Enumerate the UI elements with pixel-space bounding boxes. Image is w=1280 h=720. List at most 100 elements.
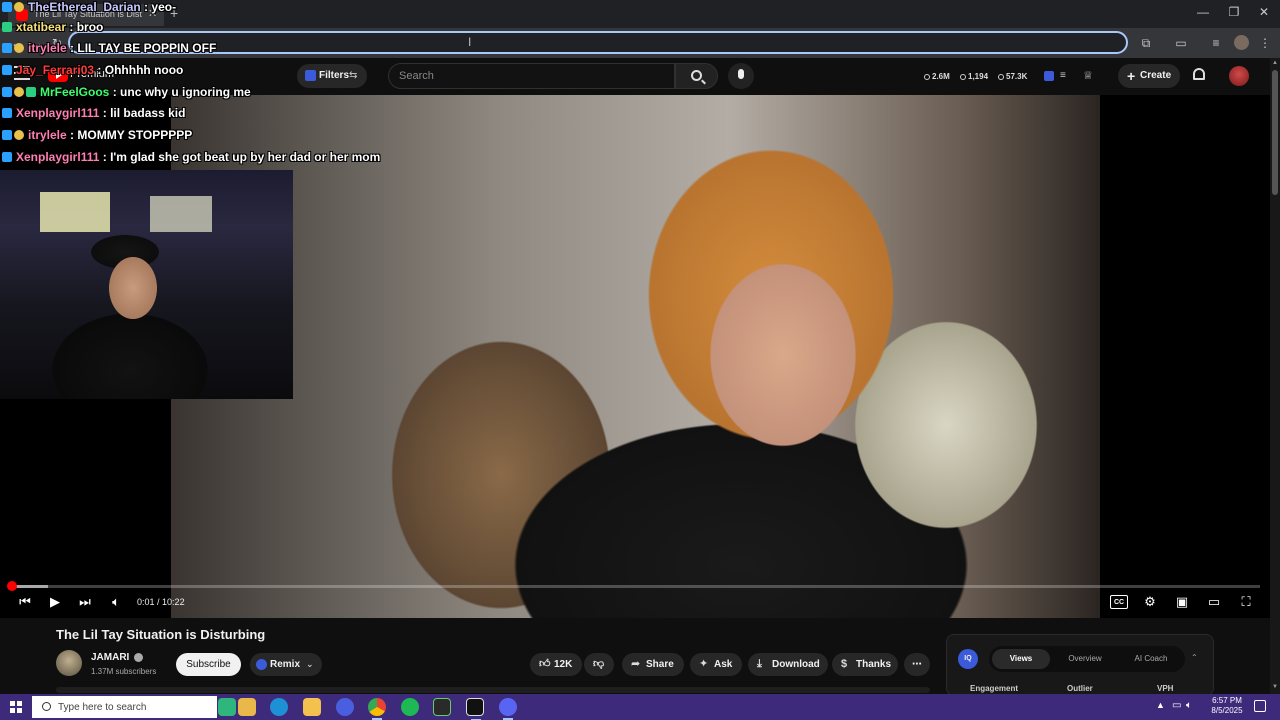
chat-username: TheEthereal_Darian [28,0,141,14]
video-frame[interactable] [171,95,1100,618]
next-icon[interactable]: ⏭ [76,593,94,611]
taskbar-clock-time[interactable]: 6:57 PM [1209,696,1245,705]
vpn-app-icon[interactable] [336,698,354,716]
like-button[interactable]: 👍︎ 12K [530,653,582,676]
chat-text: unc why u ignoring me [120,85,251,99]
scroll-down-icon[interactable]: ▼ [1272,684,1278,690]
webcam-light [150,196,212,232]
fullscreen-icon[interactable]: ⛶ [1237,593,1255,611]
search-icon [691,70,702,81]
miniplayer-icon[interactable]: ▣ [1173,593,1191,611]
play-icon[interactable]: ▶ [46,593,64,611]
chat-username: Jay_Ferrari03 [16,63,95,77]
chevron-up-icon[interactable]: ⌃ [1191,653,1198,662]
scrollbar-thumb[interactable] [1272,70,1278,195]
close-window-button[interactable]: ✕ [1254,5,1274,19]
notes-app-icon[interactable] [238,698,256,716]
channel-avatar[interactable] [56,650,82,676]
widgets-app-icon[interactable] [218,698,236,716]
tray-overflow-icon[interactable]: ▲ [1156,700,1165,710]
obs-app-icon[interactable] [466,698,484,720]
remix-button[interactable]: Remix ⌄ [250,653,322,676]
trophy-icon[interactable]: ♕ [1083,69,1093,82]
create-button[interactable]: + Create [1118,64,1180,88]
iq-chip-icon[interactable] [1044,71,1054,81]
download-icon: ⤓ [757,658,762,670]
more-actions-button[interactable]: ⋯ [904,653,930,676]
voice-search-button[interactable] [728,63,754,89]
page-scrollbar[interactable]: ▲ ▼ [1270,58,1280,694]
column-vph: VPH [1157,684,1174,693]
notifications-bell-icon[interactable] [1193,68,1205,80]
subscribe-button[interactable]: Subscribe [176,653,241,676]
scrubber-handle[interactable] [7,581,17,591]
settings-gear-icon[interactable]: ⚙ [1141,593,1159,611]
column-engagement: Engagement [970,684,1019,693]
chat-text: I'm glad she got beat up by her dad or h… [110,150,381,164]
iq-logo-icon: IQ [958,649,978,669]
badge-icon [26,87,36,97]
chat-message: itrylele : LIL TAY BE POPPIN OFF [2,41,216,61]
stat-views: 2.6M [924,72,950,81]
taskbar-clock-date[interactable]: 8/5/2025 [1207,706,1247,715]
tab-ai-coach[interactable]: AI Coach [1120,649,1182,669]
chat-text: yeo- [151,0,177,14]
media-controls-icon[interactable]: ≡ [1207,34,1225,52]
minimize-button[interactable]: — [1193,5,1213,19]
restore-button[interactable]: ❐ [1224,5,1244,19]
stream-chat-overlay: TheEthereal_Darian : yeo- xtatibear : br… [0,0,420,170]
chat-text: Ohhhhh nooo [104,63,184,77]
windows-start-icon[interactable] [10,701,22,713]
thanks-label: Thanks [856,659,892,670]
edge-browser-icon[interactable] [270,698,288,716]
badge-icon [2,65,12,75]
spotify-app-icon[interactable] [401,698,419,716]
browser-menu-icon[interactable]: ⋮ [1256,34,1274,52]
file-explorer-icon[interactable] [303,698,321,716]
thumbs-up-icon: 👍︎ [539,658,551,670]
like-count: 12K [554,659,573,670]
thanks-icon: $ [841,658,848,670]
discord-app-icon[interactable] [499,698,517,720]
progress-bar[interactable] [10,585,1260,588]
account-avatar[interactable] [1229,66,1249,86]
list-icon[interactable]: ≡ [1060,70,1066,81]
speaker-icon[interactable]: 🔈︎ [1186,700,1192,711]
notification-center-icon[interactable] [1254,700,1266,712]
tab-views[interactable]: Views [992,649,1050,669]
share-label: Share [646,659,674,670]
webcam-light [40,192,110,232]
cast-icon[interactable]: ▭ [1172,34,1190,52]
share-button[interactable]: ➦ Share [622,653,684,676]
chat-username: MrFeelGoos [40,85,110,99]
chrome-browser-icon[interactable] [368,698,386,720]
sparkle-icon: ✦ [699,658,709,670]
tab-overview[interactable]: Overview [1054,649,1116,669]
theater-mode-icon[interactable]: ▭ [1205,593,1223,611]
chat-text: broo [76,20,104,34]
volume-icon[interactable]: 🔈︎ [107,593,125,611]
video-title: The Lil Tay Situation is Disturbing [56,627,266,642]
taskbar-search-input[interactable] [32,696,217,718]
badge-icon [2,152,12,162]
thumbs-down-icon: 👎︎ [593,658,605,670]
share-icon: ➦ [631,658,641,670]
ask-button[interactable]: ✦ Ask [690,653,742,676]
extensions-icon[interactable]: ⧉ [1137,34,1155,52]
download-button[interactable]: ⤓ Download [748,653,828,676]
network-icon[interactable]: ▭ [1172,700,1181,711]
terminal-app-icon[interactable] [433,698,451,716]
channel-name[interactable]: JAMARI [91,652,129,663]
badge-icon [2,130,12,140]
browser-profile-avatar[interactable] [1234,35,1249,50]
chat-username: xtatibear [16,20,67,34]
scroll-up-icon[interactable]: ▲ [1272,60,1278,66]
search-button[interactable] [675,63,718,89]
dislike-button[interactable]: 👎︎ [584,653,614,676]
badge-icon [14,2,24,12]
previous-icon[interactable]: ⏮ [16,593,34,611]
thanks-button[interactable]: $ Thanks [832,653,898,676]
search-input[interactable] [388,63,675,89]
chat-message: TheEthereal_Darian : yeo- [2,0,176,20]
captions-icon[interactable]: CC [1110,595,1128,609]
